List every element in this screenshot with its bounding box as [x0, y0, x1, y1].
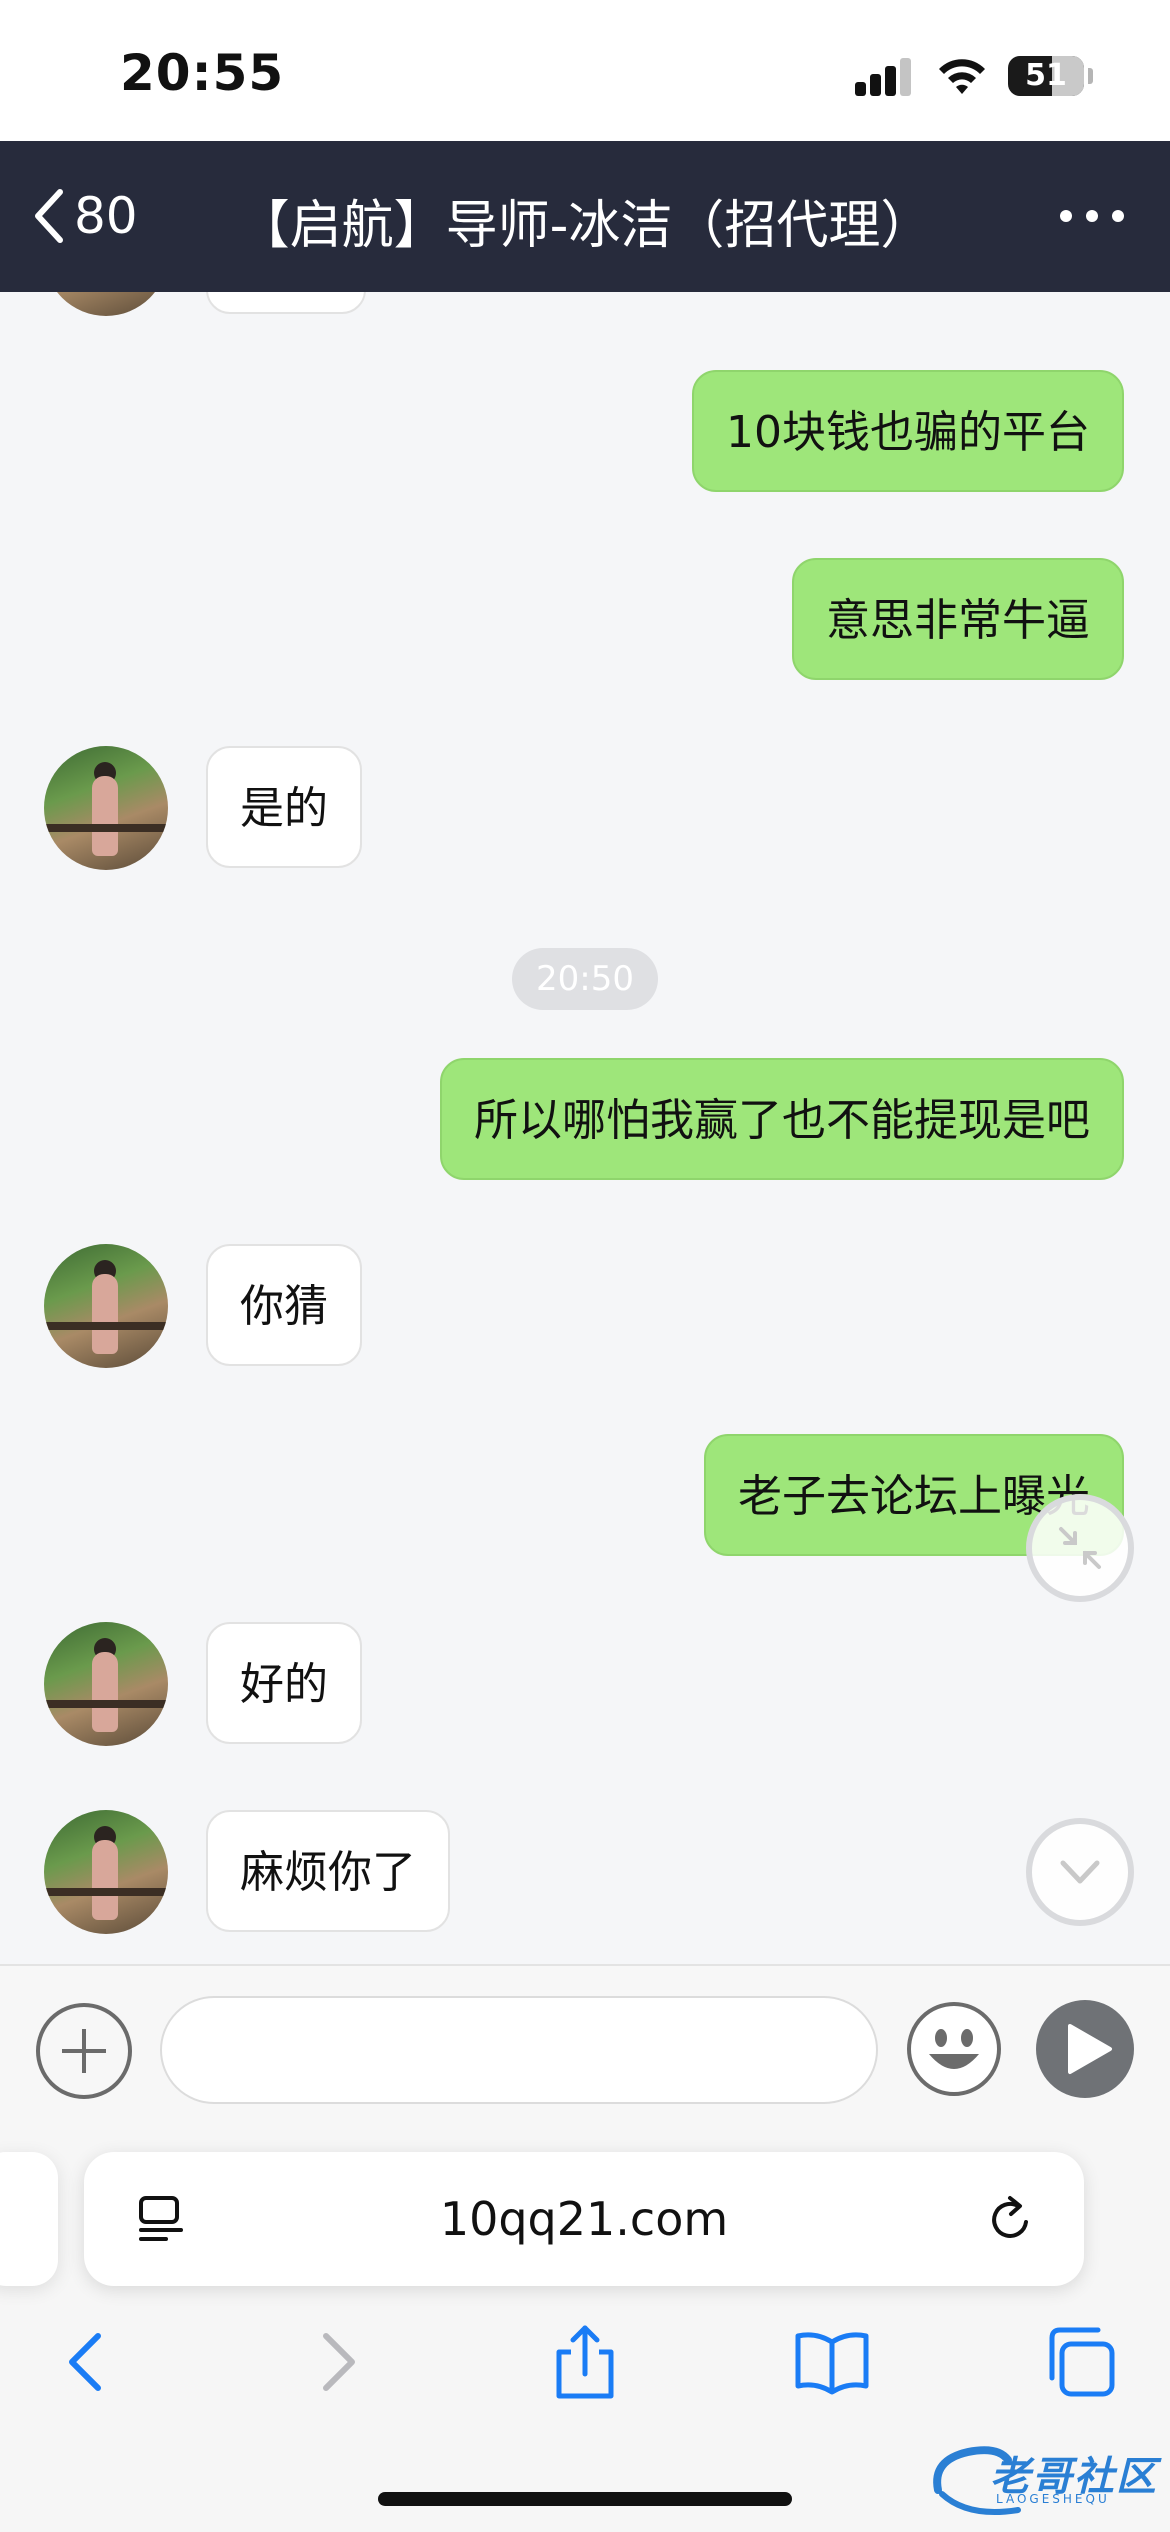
chat-title: 【启航】导师-冰洁（招代理）	[237, 196, 933, 256]
message-input[interactable]	[160, 1996, 878, 2104]
message-bubble-incoming[interactable]: 麻烦你了	[206, 1810, 450, 1932]
contact-avatar[interactable]	[44, 1810, 168, 1934]
battery-icon: 51	[1008, 56, 1084, 96]
timestamp-divider: 20:50	[512, 948, 658, 1010]
attach-button[interactable]	[36, 2003, 132, 2099]
battery-level: 51	[1025, 58, 1067, 93]
message-bubble-partial	[206, 292, 366, 314]
tabs-button[interactable]	[1040, 2322, 1120, 2402]
emoji-button[interactable]	[905, 2000, 1003, 2098]
message-bubble-incoming[interactable]: 是的	[206, 746, 362, 868]
message-bubble-outgoing[interactable]: 10块钱也骗的平台	[692, 370, 1124, 492]
contact-avatar[interactable]	[44, 1244, 168, 1368]
browser-chrome: 10qq21.com 老哥社区 LAOGESHEQU	[0, 2130, 1170, 2532]
minimize-button[interactable]	[1026, 1494, 1134, 1602]
message-bubble-incoming[interactable]: 你猜	[206, 1244, 362, 1366]
message-bubble-incoming[interactable]: 好的	[206, 1622, 362, 1744]
composer	[0, 1964, 1170, 2130]
contact-avatar[interactable]	[44, 1622, 168, 1746]
contact-avatar[interactable]	[44, 292, 168, 316]
watermark-subtext: LAOGESHEQU	[996, 2492, 1110, 2506]
bookmarks-button[interactable]	[792, 2322, 872, 2402]
message-bubble-outgoing[interactable]: 所以哪怕我赢了也不能提现是吧	[440, 1058, 1124, 1180]
address-bar[interactable]: 10qq21.com	[84, 2152, 1084, 2286]
status-bar: 20:55 51	[0, 0, 1170, 141]
contact-avatar[interactable]	[44, 746, 168, 870]
back-button[interactable]: 80	[30, 181, 138, 251]
more-dot-icon	[1060, 210, 1072, 222]
message-list[interactable]: 10块钱也骗的平台 意思非常牛逼 是的 20:50 所以哪怕我赢了也不能提现是吧…	[0, 292, 1170, 1964]
share-button[interactable]	[545, 2322, 625, 2402]
battery-nub	[1088, 68, 1093, 84]
home-indicator[interactable]	[378, 2492, 792, 2506]
chevron-left-icon	[35, 189, 63, 243]
more-dot-icon	[1112, 210, 1124, 222]
previous-tab-card[interactable]	[0, 2152, 58, 2286]
status-time: 20:55	[120, 44, 285, 102]
unread-count: 80	[74, 187, 138, 245]
more-dot-icon	[1086, 210, 1098, 222]
browser-forward-button[interactable]	[298, 2322, 378, 2402]
browser-back-button[interactable]	[46, 2322, 126, 2402]
watermark-logo: 老哥社区 LAOGESHEQU	[928, 2430, 1164, 2526]
more-options-button[interactable]	[1060, 191, 1124, 241]
chat-header: 80 【启航】导师-冰洁（招代理）	[0, 141, 1170, 292]
url-text: 10qq21.com	[439, 2192, 729, 2246]
cellular-signal-icon	[855, 58, 913, 96]
reload-icon[interactable]	[984, 2192, 1038, 2246]
scroll-to-bottom-button[interactable]	[1026, 1818, 1134, 1926]
send-arrow-icon	[1068, 2024, 1112, 2074]
chevron-down-icon	[1060, 1860, 1100, 1884]
send-button[interactable]	[1036, 2000, 1134, 2098]
collapse-arrows-icon	[1059, 1527, 1101, 1569]
wifi-icon	[939, 59, 985, 94]
message-bubble-outgoing[interactable]: 意思非常牛逼	[792, 558, 1124, 680]
